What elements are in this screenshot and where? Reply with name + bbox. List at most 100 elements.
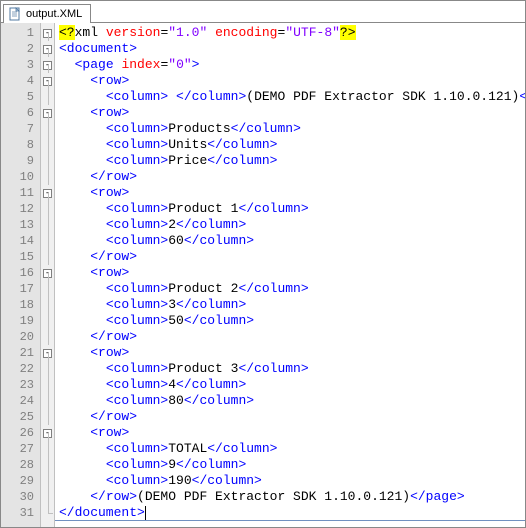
code-line[interactable]: <column>3</column> xyxy=(59,297,525,313)
line-number: 23 xyxy=(1,377,40,393)
fold-cell xyxy=(41,121,54,137)
code-editor[interactable]: 1234567891011121314151617181920212223242… xyxy=(1,23,525,527)
code-line[interactable]: <column>60</column> xyxy=(59,233,525,249)
code-line[interactable]: </row> xyxy=(59,169,525,185)
code-line[interactable]: <column>2</column> xyxy=(59,217,525,233)
line-number: 17 xyxy=(1,281,40,297)
fold-cell xyxy=(41,89,54,105)
line-number: 28 xyxy=(1,457,40,473)
fold-cell[interactable]: - xyxy=(41,265,54,281)
fold-cell xyxy=(41,153,54,169)
fold-cell[interactable]: - xyxy=(41,25,54,41)
fold-cell[interactable] xyxy=(41,505,54,521)
code-line[interactable]: <column>Products</column> xyxy=(59,121,525,137)
line-number: 1 xyxy=(1,25,40,41)
line-number-gutter: 1234567891011121314151617181920212223242… xyxy=(1,23,41,527)
code-line[interactable]: <row> xyxy=(59,265,525,281)
fold-cell xyxy=(41,313,54,329)
tab-bar: output.XML xyxy=(1,1,525,23)
fold-cell xyxy=(41,393,54,409)
fold-gutter[interactable]: --------- xyxy=(41,23,55,527)
code-line[interactable]: <column>9</column> xyxy=(59,457,525,473)
code-line[interactable]: <column>50</column> xyxy=(59,313,525,329)
fold-cell xyxy=(41,297,54,313)
fold-cell xyxy=(41,377,54,393)
fold-cell xyxy=(41,201,54,217)
fold-cell xyxy=(41,329,54,345)
code-line[interactable]: <column> </column>(DEMO PDF Extractor SD… xyxy=(59,89,525,105)
line-number: 11 xyxy=(1,185,40,201)
file-icon xyxy=(8,7,22,21)
fold-cell[interactable]: - xyxy=(41,425,54,441)
line-number: 5 xyxy=(1,89,40,105)
fold-cell xyxy=(41,233,54,249)
line-number: 8 xyxy=(1,137,40,153)
fold-cell xyxy=(41,281,54,297)
line-number: 18 xyxy=(1,297,40,313)
line-number: 26 xyxy=(1,425,40,441)
line-number: 21 xyxy=(1,345,40,361)
line-number: 15 xyxy=(1,249,40,265)
fold-cell xyxy=(41,361,54,377)
fold-cell xyxy=(41,457,54,473)
line-number: 14 xyxy=(1,233,40,249)
line-number: 27 xyxy=(1,441,40,457)
code-line[interactable]: <column>Price</column> xyxy=(59,153,525,169)
code-line[interactable]: <column>Product 1</column> xyxy=(59,201,525,217)
code-line[interactable]: <row> xyxy=(59,345,525,361)
code-line[interactable]: <column>Units</column> xyxy=(59,137,525,153)
fold-cell xyxy=(41,489,54,505)
code-line[interactable]: <column>Product 3</column> xyxy=(59,361,525,377)
fold-cell xyxy=(41,137,54,153)
file-tab-label: output.XML xyxy=(26,8,82,20)
line-number: 31 xyxy=(1,505,40,521)
fold-cell xyxy=(41,441,54,457)
fold-cell[interactable]: - xyxy=(41,73,54,89)
line-number: 10 xyxy=(1,169,40,185)
line-number: 30 xyxy=(1,489,40,505)
code-line[interactable]: <column>TOTAL</column> xyxy=(59,441,525,457)
fold-cell[interactable]: - xyxy=(41,345,54,361)
line-number: 4 xyxy=(1,73,40,89)
code-line[interactable]: </row>(DEMO PDF Extractor SDK 1.10.0.121… xyxy=(59,489,525,505)
line-number: 12 xyxy=(1,201,40,217)
line-number: 19 xyxy=(1,313,40,329)
code-line[interactable]: <column>4</column> xyxy=(59,377,525,393)
code-line[interactable]: </row> xyxy=(59,249,525,265)
fold-cell[interactable]: - xyxy=(41,105,54,121)
fold-cell[interactable]: - xyxy=(41,57,54,73)
line-number: 2 xyxy=(1,41,40,57)
fold-cell xyxy=(41,473,54,489)
fold-cell xyxy=(41,409,54,425)
line-number: 7 xyxy=(1,121,40,137)
line-number: 29 xyxy=(1,473,40,489)
code-line[interactable]: <row> xyxy=(59,73,525,89)
line-number: 16 xyxy=(1,265,40,281)
line-number: 20 xyxy=(1,329,40,345)
line-number: 24 xyxy=(1,393,40,409)
line-number: 25 xyxy=(1,409,40,425)
line-number: 6 xyxy=(1,105,40,121)
code-line[interactable]: </document> xyxy=(59,505,525,521)
code-line[interactable]: <column>190</column> xyxy=(59,473,525,489)
fold-cell xyxy=(41,249,54,265)
code-line[interactable]: <row> xyxy=(59,425,525,441)
line-number: 13 xyxy=(1,217,40,233)
code-line[interactable]: <row> xyxy=(59,105,525,121)
code-line[interactable]: <document> xyxy=(59,41,525,57)
line-number: 3 xyxy=(1,57,40,73)
code-line[interactable]: </row> xyxy=(59,329,525,345)
code-line[interactable]: <row> xyxy=(59,185,525,201)
fold-cell xyxy=(41,217,54,233)
line-number: 22 xyxy=(1,361,40,377)
fold-cell[interactable]: - xyxy=(41,41,54,57)
code-line[interactable]: <column>Product 2</column> xyxy=(59,281,525,297)
code-line[interactable]: <page index="0"> xyxy=(59,57,525,73)
code-line[interactable]: <?xml version="1.0" encoding="UTF-8"?> xyxy=(59,25,525,41)
fold-cell xyxy=(41,169,54,185)
code-content[interactable]: <?xml version="1.0" encoding="UTF-8"?><d… xyxy=(55,23,525,527)
code-line[interactable]: <column>80</column> xyxy=(59,393,525,409)
file-tab[interactable]: output.XML xyxy=(3,4,91,23)
code-line[interactable]: </row> xyxy=(59,409,525,425)
fold-cell[interactable]: - xyxy=(41,185,54,201)
